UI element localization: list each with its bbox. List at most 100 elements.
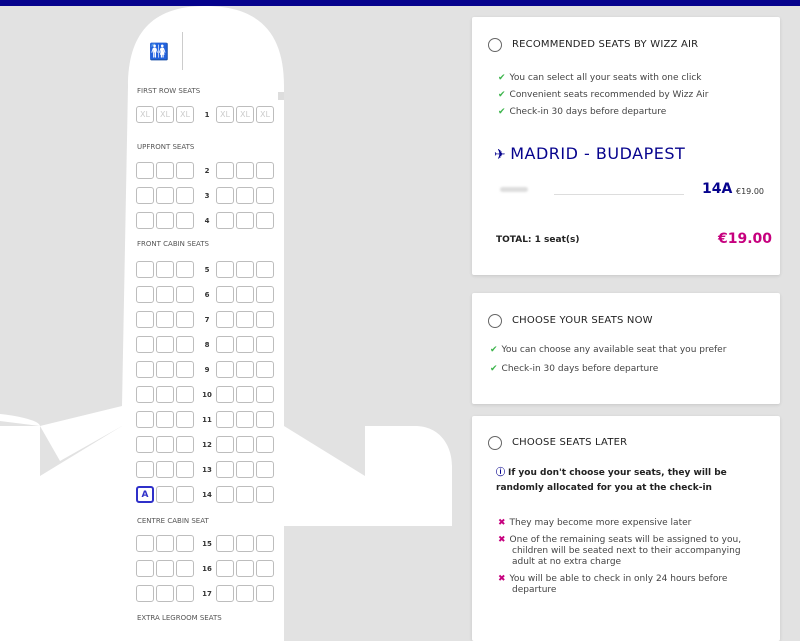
seat[interactable] bbox=[236, 336, 254, 353]
seat[interactable] bbox=[256, 386, 274, 403]
seat[interactable] bbox=[176, 411, 194, 428]
choose-seats-later-card[interactable]: CHOOSE SEATS LATER ⓘ If you don't choose … bbox=[472, 416, 780, 641]
seat[interactable] bbox=[156, 286, 174, 303]
seat[interactable] bbox=[176, 212, 194, 229]
seat[interactable] bbox=[256, 311, 274, 328]
seat[interactable] bbox=[256, 187, 274, 204]
seat[interactable] bbox=[256, 436, 274, 453]
seat[interactable] bbox=[216, 361, 234, 378]
seat[interactable] bbox=[236, 411, 254, 428]
seat[interactable] bbox=[156, 411, 174, 428]
seat[interactable] bbox=[156, 535, 174, 552]
seat[interactable] bbox=[256, 486, 274, 503]
seat[interactable] bbox=[156, 461, 174, 478]
seat[interactable] bbox=[256, 535, 274, 552]
seat[interactable] bbox=[136, 436, 154, 453]
seat[interactable] bbox=[216, 585, 234, 602]
seat[interactable] bbox=[236, 535, 254, 552]
seat[interactable] bbox=[156, 261, 174, 278]
seat[interactable] bbox=[136, 162, 154, 179]
seat[interactable] bbox=[156, 486, 174, 503]
seat[interactable] bbox=[256, 336, 274, 353]
seat[interactable] bbox=[256, 162, 274, 179]
choose-seats-now-card[interactable]: CHOOSE YOUR SEATS NOW ✔ You can choose an… bbox=[472, 293, 780, 404]
seat[interactable] bbox=[236, 286, 254, 303]
recommended-seats-card[interactable]: RECOMMENDED SEATS BY WIZZ AIR ✔ You can s… bbox=[472, 17, 780, 275]
seat[interactable] bbox=[216, 311, 234, 328]
seat[interactable] bbox=[136, 560, 154, 577]
recommended-radio[interactable] bbox=[488, 38, 502, 52]
seat[interactable] bbox=[176, 361, 194, 378]
seat[interactable] bbox=[236, 212, 254, 229]
seat[interactable] bbox=[236, 386, 254, 403]
seat[interactable] bbox=[216, 286, 234, 303]
seat[interactable] bbox=[176, 486, 194, 503]
seat[interactable] bbox=[136, 311, 154, 328]
seat[interactable]: XL bbox=[256, 106, 274, 123]
seat[interactable] bbox=[216, 212, 234, 229]
seat[interactable] bbox=[156, 436, 174, 453]
seat[interactable] bbox=[136, 386, 154, 403]
seat[interactable] bbox=[256, 585, 274, 602]
choose-later-radio[interactable] bbox=[488, 436, 502, 450]
seat[interactable] bbox=[136, 361, 154, 378]
seat[interactable]: XL bbox=[216, 106, 234, 123]
selected-seat[interactable]: A bbox=[136, 486, 154, 503]
seat[interactable] bbox=[236, 436, 254, 453]
seat[interactable] bbox=[216, 535, 234, 552]
seat[interactable] bbox=[136, 187, 154, 204]
seat[interactable] bbox=[216, 486, 234, 503]
choose-now-radio[interactable] bbox=[488, 314, 502, 328]
seat[interactable] bbox=[176, 311, 194, 328]
seat[interactable] bbox=[136, 212, 154, 229]
seat[interactable] bbox=[256, 286, 274, 303]
seat[interactable] bbox=[176, 585, 194, 602]
seat[interactable] bbox=[156, 560, 174, 577]
seat[interactable] bbox=[256, 560, 274, 577]
seat[interactable] bbox=[256, 212, 274, 229]
seat[interactable] bbox=[236, 162, 254, 179]
seat[interactable] bbox=[256, 411, 274, 428]
seat[interactable] bbox=[236, 187, 254, 204]
seat[interactable] bbox=[236, 585, 254, 602]
seat[interactable]: XL bbox=[176, 106, 194, 123]
seat[interactable] bbox=[216, 560, 234, 577]
seat[interactable] bbox=[176, 162, 194, 179]
seat[interactable] bbox=[136, 411, 154, 428]
seat[interactable] bbox=[236, 461, 254, 478]
seat[interactable] bbox=[156, 585, 174, 602]
seat[interactable] bbox=[156, 162, 174, 179]
seat[interactable] bbox=[176, 436, 194, 453]
seat[interactable] bbox=[156, 212, 174, 229]
seat[interactable]: XL bbox=[136, 106, 154, 123]
seat[interactable] bbox=[256, 361, 274, 378]
seat[interactable] bbox=[216, 386, 234, 403]
seat[interactable] bbox=[156, 187, 174, 204]
seat[interactable] bbox=[136, 286, 154, 303]
seat[interactable] bbox=[216, 261, 234, 278]
seat[interactable]: XL bbox=[156, 106, 174, 123]
seat[interactable] bbox=[216, 436, 234, 453]
seat[interactable] bbox=[176, 386, 194, 403]
seat[interactable] bbox=[216, 162, 234, 179]
seat[interactable] bbox=[176, 560, 194, 577]
seat[interactable] bbox=[216, 461, 234, 478]
seat[interactable] bbox=[176, 535, 194, 552]
seat[interactable] bbox=[256, 461, 274, 478]
seat[interactable] bbox=[136, 461, 154, 478]
seat[interactable] bbox=[176, 261, 194, 278]
seat[interactable] bbox=[216, 336, 234, 353]
seat[interactable] bbox=[136, 336, 154, 353]
seat[interactable] bbox=[216, 411, 234, 428]
seat[interactable] bbox=[176, 461, 194, 478]
seat[interactable] bbox=[156, 336, 174, 353]
seat[interactable] bbox=[156, 311, 174, 328]
seat[interactable] bbox=[236, 261, 254, 278]
seat[interactable] bbox=[236, 311, 254, 328]
seat[interactable] bbox=[236, 560, 254, 577]
seat[interactable] bbox=[176, 336, 194, 353]
seat[interactable] bbox=[236, 486, 254, 503]
seat[interactable] bbox=[156, 386, 174, 403]
seat[interactable] bbox=[136, 585, 154, 602]
seat[interactable] bbox=[176, 286, 194, 303]
